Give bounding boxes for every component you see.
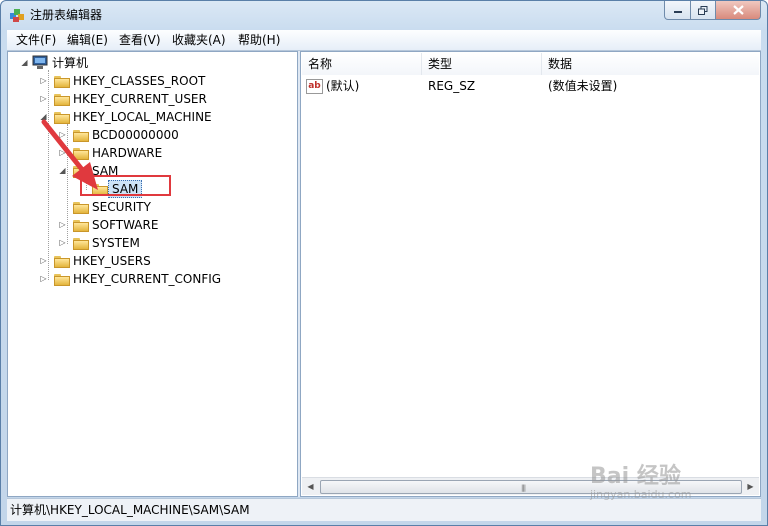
close-icon — [732, 5, 744, 15]
restore-icon — [698, 5, 708, 15]
tree-item-label: HKEY_USERS — [73, 254, 151, 268]
ab-string-icon: ab — [306, 79, 323, 94]
folder-icon — [73, 219, 89, 232]
title-bar[interactable]: 注册表编辑器 — [1, 1, 767, 29]
tree-item-label: SOFTWARE — [92, 218, 159, 232]
annotation-arrow-icon — [41, 119, 98, 190]
window-title: 注册表编辑器 — [30, 8, 103, 22]
grip-icon: ||| — [521, 484, 526, 492]
folder-icon — [54, 273, 70, 286]
menu-view[interactable]: 查看(V) — [114, 30, 166, 50]
folder-icon — [73, 201, 89, 214]
folder-icon — [54, 93, 70, 106]
folder-icon — [54, 75, 70, 88]
expand-icon[interactable]: ▷ — [39, 76, 48, 85]
expand-icon[interactable]: ▷ — [39, 256, 48, 265]
expand-icon[interactable]: ▷ — [58, 220, 67, 229]
caption-buttons — [664, 1, 761, 20]
tree-item-label: SECURITY — [92, 200, 151, 214]
expand-icon[interactable]: ▷ — [58, 238, 67, 247]
scroll-right-icon[interactable]: ▶ — [742, 478, 759, 495]
column-header-name[interactable]: 名称 — [302, 53, 422, 75]
column-header-type[interactable]: 类型 — [422, 53, 542, 75]
status-path: 计算机\HKEY_LOCAL_MACHINE\SAM\SAM — [10, 503, 250, 517]
expand-icon[interactable]: ▷ — [39, 274, 48, 283]
list-row[interactable]: ab (默认) REG_SZ (数值未设置) — [302, 76, 758, 96]
scroll-left-icon[interactable]: ◀ — [302, 478, 319, 495]
registry-app-icon — [10, 9, 24, 22]
watermark-logo: Bai 经验 — [590, 464, 681, 489]
folder-icon — [73, 237, 89, 250]
status-bar: 计算机\HKEY_LOCAL_MACHINE\SAM\SAM — [7, 498, 761, 521]
watermark-url: jingyan.baidu.com — [590, 488, 692, 501]
value-name: (默认) — [326, 79, 360, 93]
close-button[interactable] — [716, 1, 761, 20]
registry-editor-window: 注册表编辑器 文件(F) 编辑(E) 查看(V) 收藏夹(A) 帮助(H) ◢ — [0, 0, 768, 526]
maximize-button[interactable] — [691, 1, 716, 20]
menu-help[interactable]: 帮助(H) — [233, 30, 285, 50]
tree-item-label: SYSTEM — [92, 236, 140, 250]
value-data: (数值未设置) — [548, 79, 618, 93]
values-list[interactable]: 名称 类型 数据 ab (默认) REG_SZ (数值未设置) ◀ ||| ▶ — [300, 51, 761, 497]
menu-edit[interactable]: 编辑(E) — [62, 30, 113, 50]
value-type: REG_SZ — [428, 79, 476, 93]
tree-item-label: HKEY_CURRENT_CONFIG — [73, 272, 222, 286]
folder-icon — [54, 255, 70, 268]
menu-file[interactable]: 文件(F) — [11, 30, 61, 50]
minimize-button[interactable] — [664, 1, 691, 20]
tree-label-computer: 计算机 — [52, 56, 89, 70]
computer-icon — [32, 55, 48, 69]
collapse-icon[interactable]: ◢ — [20, 58, 29, 67]
column-header-data[interactable]: 数据 — [542, 53, 759, 75]
expand-icon[interactable]: ▷ — [39, 94, 48, 103]
menu-favorites[interactable]: 收藏夹(A) — [167, 30, 231, 50]
client-area: ◢ 计算机 ▷ HKEY_CLASSES_ROOT ▷ HKEY_CURRENT… — [7, 51, 761, 497]
tree-item-label: HKEY_CURRENT_USER — [73, 92, 207, 106]
minimize-icon — [673, 11, 682, 13]
tree-item-label: HKEY_CLASSES_ROOT — [73, 74, 206, 88]
menu-bar: 文件(F) 编辑(E) 查看(V) 收藏夹(A) 帮助(H) — [7, 30, 761, 51]
